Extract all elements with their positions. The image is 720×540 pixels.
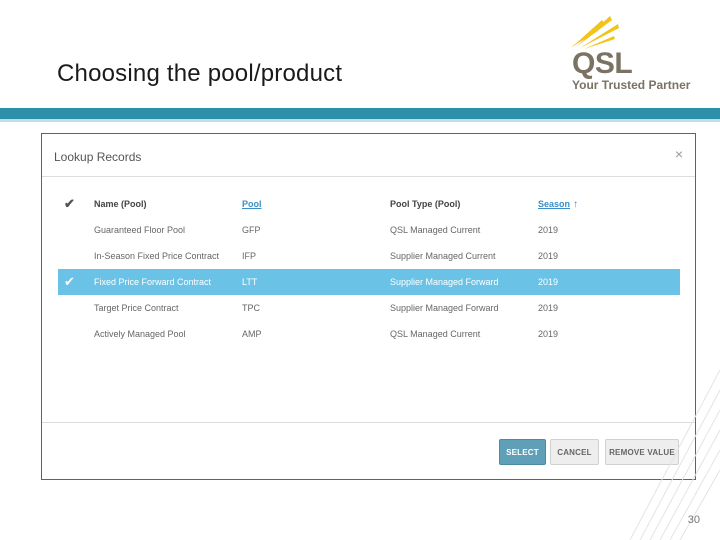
select-all-check-icon[interactable]: ✔ bbox=[64, 196, 75, 212]
row-pool: IFP bbox=[242, 251, 257, 261]
row-name: Fixed Price Forward Contract bbox=[94, 277, 212, 287]
dialog-header: Lookup Records × bbox=[42, 134, 695, 177]
row-season: 2019 bbox=[538, 303, 559, 313]
column-header-pool[interactable]: Pool bbox=[242, 199, 262, 209]
records-table: ✔ Name (Pool) Pool Pool Type (Pool) Seas… bbox=[58, 191, 680, 347]
lookup-records-dialog: Lookup Records × ✔ Name (Pool) Pool Pool… bbox=[42, 134, 695, 479]
qsl-logo: QSL Your Trusted Partner bbox=[566, 14, 690, 94]
row-name: Target Price Contract bbox=[94, 303, 179, 313]
logo-tagline: Your Trusted Partner bbox=[572, 78, 691, 92]
sort-ascending-icon: ↑ bbox=[573, 199, 579, 210]
table-row[interactable]: Actively Managed Pool AMP QSL Managed Cu… bbox=[58, 321, 680, 347]
column-header-season[interactable]: Season ↑ bbox=[538, 199, 578, 210]
row-pool-type: QSL Managed Current bbox=[390, 225, 481, 235]
dialog-title: Lookup Records bbox=[54, 150, 142, 164]
close-icon[interactable]: × bbox=[675, 146, 683, 162]
row-pool-type: QSL Managed Current bbox=[390, 329, 481, 339]
row-name: In-Season Fixed Price Contract bbox=[94, 251, 220, 261]
table-row[interactable]: Target Price Contract TPC Supplier Manag… bbox=[58, 295, 680, 321]
row-pool: GFP bbox=[242, 225, 261, 235]
column-header-season-label[interactable]: Season bbox=[538, 199, 570, 209]
row-pool: TPC bbox=[242, 303, 260, 313]
row-check-icon[interactable]: ✔ bbox=[64, 274, 75, 290]
select-button[interactable]: SELECT bbox=[499, 439, 546, 465]
row-pool-type: Supplier Managed Current bbox=[390, 251, 496, 261]
decorative-corner-lines bbox=[630, 370, 720, 540]
table-row[interactable]: Guaranteed Floor Pool GFP QSL Managed Cu… bbox=[58, 217, 680, 243]
row-season: 2019 bbox=[538, 277, 559, 287]
header-divider-band bbox=[0, 108, 720, 122]
row-pool: AMP bbox=[242, 329, 262, 339]
table-row-selected[interactable]: ✔ Fixed Price Forward Contract LTT Suppl… bbox=[58, 269, 680, 295]
logo-wordmark: QSL bbox=[572, 47, 633, 80]
row-pool-type: Supplier Managed Forward bbox=[390, 277, 499, 287]
column-header-name[interactable]: Name (Pool) bbox=[94, 199, 147, 209]
cancel-button[interactable]: CANCEL bbox=[550, 439, 599, 465]
row-season: 2019 bbox=[538, 225, 559, 235]
slide-title: Choosing the pool/product bbox=[57, 60, 343, 87]
column-header-pool-type[interactable]: Pool Type (Pool) bbox=[390, 199, 460, 209]
row-name: Guaranteed Floor Pool bbox=[94, 225, 186, 235]
row-season: 2019 bbox=[538, 251, 559, 261]
logo-rays-icon bbox=[570, 16, 619, 49]
row-pool-type: Supplier Managed Forward bbox=[390, 303, 499, 313]
row-pool: LTT bbox=[242, 277, 258, 287]
table-header-row: ✔ Name (Pool) Pool Pool Type (Pool) Seas… bbox=[58, 191, 680, 217]
page-number: 30 bbox=[687, 514, 700, 526]
row-name: Actively Managed Pool bbox=[94, 329, 186, 339]
screenshot-frame: Lookup Records × ✔ Name (Pool) Pool Pool… bbox=[41, 133, 696, 480]
dialog-footer: SELECT CANCEL REMOVE VALUE bbox=[42, 422, 695, 479]
row-season: 2019 bbox=[538, 329, 559, 339]
table-row[interactable]: In-Season Fixed Price Contract IFP Suppl… bbox=[58, 243, 680, 269]
